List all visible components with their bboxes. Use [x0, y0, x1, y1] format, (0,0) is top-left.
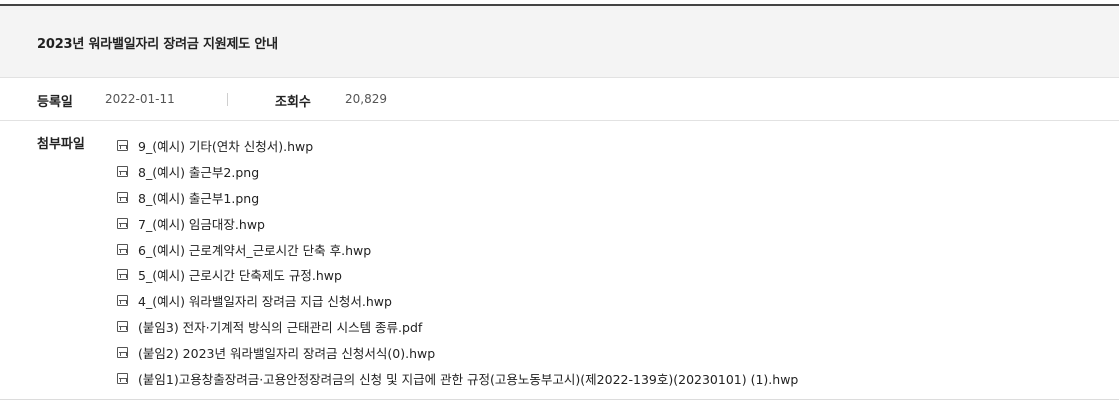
file-disk-icon	[117, 191, 128, 203]
attachment-filename[interactable]: 9_(예시) 기타(연차 신청서).hwp	[138, 136, 313, 155]
attachments-label: 첨부파일	[37, 137, 85, 152]
file-disk-icon	[117, 269, 128, 281]
attachment-filename[interactable]: 6_(예시) 근로계약서_근로시간 단축 후.hwp	[138, 240, 371, 259]
attachment-item[interactable]: 9_(예시) 기타(연차 신청서).hwp	[117, 133, 798, 159]
post-detail: 2023년 워라밸일자리 장려금 지원제도 안내 등록일 2022-01-11 …	[0, 0, 1119, 407]
views-value: 20,829	[345, 92, 387, 106]
file-disk-icon	[117, 217, 128, 229]
attachment-filename[interactable]: 8_(예시) 출근부1.png	[138, 188, 259, 207]
file-disk-icon	[117, 346, 128, 358]
attachment-item[interactable]: (붙임3) 전자·기계적 방식의 근태관리 시스템 종류.pdf	[117, 314, 798, 340]
attachment-item[interactable]: (붙임1)고용창출장려금·고용안정장려금의 신청 및 지급에 관한 규정(고용노…	[117, 365, 798, 391]
attachment-item[interactable]: 8_(예시) 출근부2.png	[117, 159, 798, 185]
file-disk-icon	[117, 243, 128, 255]
post-title: 2023년 워라밸일자리 장려금 지원제도 안내	[37, 37, 278, 52]
file-disk-icon	[117, 372, 128, 384]
attachment-item[interactable]: 7_(예시) 임금대장.hwp	[117, 210, 798, 236]
attachment-item[interactable]: 4_(예시) 워라밸일자리 장려금 지급 신청서.hwp	[117, 288, 798, 314]
file-disk-icon	[117, 295, 128, 307]
attachment-filename[interactable]: (붙임1)고용창출장려금·고용안정장려금의 신청 및 지급에 관한 규정(고용노…	[138, 369, 798, 388]
attachment-item[interactable]: 8_(예시) 출근부1.png	[117, 185, 798, 211]
attachment-item[interactable]: 6_(예시) 근로계약서_근로시간 단축 후.hwp	[117, 236, 798, 262]
file-disk-icon	[117, 166, 128, 178]
attachment-list: 9_(예시) 기타(연차 신청서).hwp 8_(예시) 출근부2.png 8_…	[117, 133, 798, 391]
date-label: 등록일	[37, 95, 73, 110]
attachment-filename[interactable]: 7_(예시) 임금대장.hwp	[138, 214, 265, 233]
views-label: 조회수	[275, 95, 311, 110]
attachment-filename[interactable]: (붙임2) 2023년 워라밸일자리 장려금 신청서식(0).hwp	[138, 343, 435, 362]
post-title-bar: 2023년 워라밸일자리 장려금 지원제도 안내	[0, 4, 1119, 78]
post-meta-row: 등록일 2022-01-11 조회수 20,829	[0, 78, 1119, 121]
date-value: 2022-01-11	[105, 92, 175, 106]
attachment-filename[interactable]: (붙임3) 전자·기계적 방식의 근태관리 시스템 종류.pdf	[138, 317, 422, 336]
attachment-item[interactable]: (붙임2) 2023년 워라밸일자리 장려금 신청서식(0).hwp	[117, 339, 798, 365]
attachment-item[interactable]: 5_(예시) 근로시간 단축제도 규정.hwp	[117, 262, 798, 288]
attachment-filename[interactable]: 4_(예시) 워라밸일자리 장려금 지급 신청서.hwp	[138, 291, 392, 310]
file-disk-icon	[117, 140, 128, 152]
attachment-filename[interactable]: 8_(예시) 출근부2.png	[138, 162, 259, 181]
bottom-divider	[0, 399, 1119, 400]
meta-divider	[227, 93, 228, 106]
attachment-filename[interactable]: 5_(예시) 근로시간 단축제도 규정.hwp	[138, 265, 342, 284]
file-disk-icon	[117, 320, 128, 332]
